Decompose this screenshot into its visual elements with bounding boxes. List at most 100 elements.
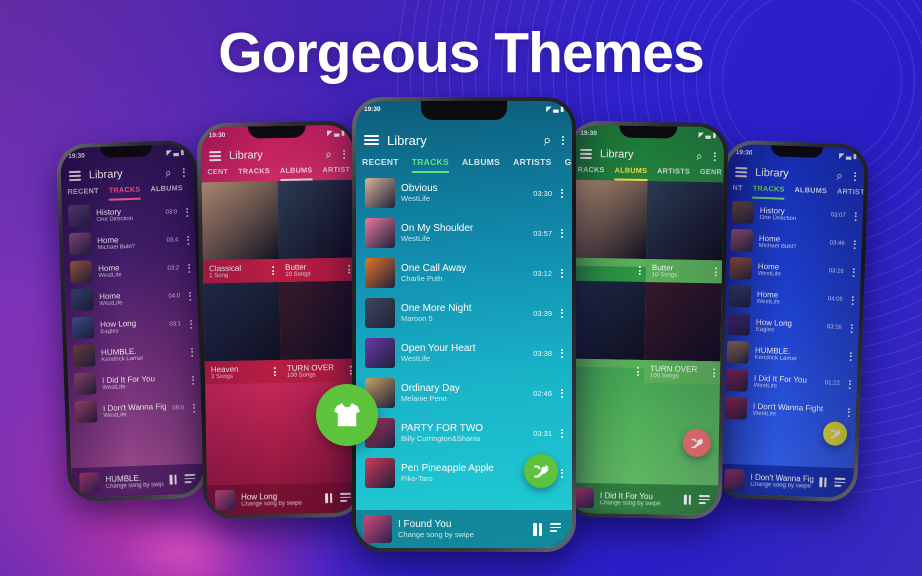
overflow-menu-icon[interactable] [850,267,855,277]
overflow-menu-icon[interactable] [711,151,716,161]
hamburger-menu-icon[interactable] [735,167,748,177]
pause-button[interactable] [325,493,333,504]
track-row[interactable]: One Call Away Charlie Puth 03:12 [356,253,572,293]
tab-artist[interactable]: ARTIST [322,165,350,180]
tab-tracks[interactable]: TRACKS [411,157,449,173]
overflow-menu-icon[interactable] [558,348,563,358]
track-row[interactable]: Open Your Heart WestLife 03:38 [356,333,572,373]
overflow-menu-icon[interactable] [189,375,195,385]
search-icon[interactable]: ⌕ [695,148,704,164]
overflow-menu-icon[interactable] [190,403,196,413]
mini-player[interactable]: I Did It For You Change song by swipe [565,482,719,516]
overflow-menu-icon[interactable] [559,135,564,145]
hamburger-menu-icon[interactable] [364,135,379,145]
overflow-menu-icon[interactable] [845,407,851,417]
tab-artists[interactable]: ARTISTS [513,157,551,173]
hamburger-menu-icon[interactable] [68,171,82,181]
shuffle-fab[interactable] [822,421,848,447]
tab-artists[interactable]: ARTISTS [837,187,865,203]
pause-button[interactable] [683,494,691,505]
search-icon[interactable]: ⌕ [324,146,334,162]
overflow-menu-icon[interactable] [847,351,852,361]
tab-nt[interactable]: NT [732,183,742,198]
overflow-menu-icon[interactable] [558,228,563,238]
mini-player[interactable]: How Long Change song by swipe [206,482,360,516]
shuffle-fab[interactable] [682,428,712,458]
overflow-menu-icon[interactable] [180,167,185,177]
overflow-menu-icon[interactable] [184,235,190,245]
queue-button[interactable] [550,523,564,535]
track-row[interactable]: Obvious WestLife 03:30 [356,173,572,213]
overflow-menu-icon[interactable] [186,291,192,301]
track-row[interactable]: Ordinary Day Melanie Penn 02:46 [356,373,572,413]
overflow-menu-icon[interactable] [269,266,275,276]
album-cell[interactable]: Heaven 3 Songs [203,282,282,385]
tab-recent[interactable]: RECENT [362,157,399,173]
overflow-menu-icon[interactable] [558,188,563,198]
album-cell[interactable]: Butter 10 Songs [277,179,356,283]
tab-albums[interactable]: ALBUMS [794,185,827,201]
tab-albums[interactable]: ALBUMS [279,165,313,181]
overflow-menu-icon[interactable] [849,295,854,305]
mini-player[interactable]: I Found You Change song by swipe [356,510,572,548]
overflow-menu-icon[interactable] [185,263,191,273]
track-row[interactable]: On My Shoulder WestLife 03:57 [356,213,572,253]
mini-player[interactable]: I Don't Wanna Fight Change song by swipe [715,463,854,499]
queue-button[interactable] [834,477,846,488]
overflow-menu-icon[interactable] [558,428,563,438]
hamburger-menu-icon[interactable] [209,151,222,161]
overflow-menu-icon[interactable] [271,367,276,377]
overflow-menu-icon[interactable] [710,368,716,378]
pause-button[interactable] [819,477,827,488]
track-row[interactable]: I Don't Wanna Fight WestLife 05:0 [69,394,202,427]
tab-racks[interactable]: RACKS [577,165,605,180]
tab-genr[interactable]: GENR [700,167,722,182]
overflow-menu-icon[interactable] [558,388,563,398]
tab-tracks[interactable]: TRACKS [108,184,141,201]
tab-albums[interactable]: ALBUMS [462,157,500,173]
overflow-menu-icon[interactable] [558,268,563,278]
tab-cent[interactable]: CENT [207,167,228,182]
pause-button[interactable] [169,474,177,485]
overflow-menu-icon[interactable] [183,207,189,217]
album-cell[interactable]: TURN OVER 100 Songs [279,280,358,383]
album-cell[interactable] [569,179,648,282]
overflow-menu-icon[interactable] [848,323,853,333]
search-icon[interactable]: ⌕ [835,168,844,184]
overflow-menu-icon[interactable] [852,211,857,221]
album-cell[interactable]: Butter 10 Songs [645,181,724,284]
queue-button[interactable] [184,473,196,484]
tab-tracks[interactable]: TRACKS [752,183,785,200]
track-row[interactable]: PARTY FOR TWO Billy Currington&Shania 03:3… [356,413,572,453]
tab-artists[interactable]: ARTISTS [657,166,690,182]
overflow-menu-icon[interactable] [558,308,563,318]
mini-player[interactable]: HUMBLE. Change song by swipe [71,463,205,499]
overflow-menu-icon[interactable] [187,319,193,329]
overflow-menu-icon[interactable] [558,468,563,478]
album-cell[interactable]: Classical 1 Song [201,181,280,284]
search-icon[interactable]: ⌕ [163,165,173,181]
tab-tracks[interactable]: TRACKS [238,166,270,182]
overflow-menu-icon[interactable] [345,264,351,274]
track-row[interactable]: One More Night Maroon 5 03:39 [356,293,572,333]
search-icon[interactable]: ⌕ [541,131,553,149]
tab-albums[interactable]: ALBUMS [614,165,648,182]
shuffle-fab[interactable] [524,454,558,488]
overflow-menu-icon[interactable] [712,267,717,277]
pause-button[interactable] [533,522,542,536]
overflow-menu-icon[interactable] [851,239,856,249]
tab-albums[interactable]: ALBUMS [150,183,183,199]
overflow-menu-icon[interactable] [340,149,346,159]
tab-ge[interactable]: GE [565,157,572,173]
queue-button[interactable] [698,494,710,505]
overflow-menu-icon[interactable] [636,265,641,275]
album-cell[interactable]: TURN OVER 100 Songs [643,282,722,385]
hamburger-menu-icon[interactable] [579,149,592,159]
overflow-menu-icon[interactable] [846,379,851,389]
theme-tshirt-fab[interactable] [316,384,378,446]
overflow-menu-icon[interactable] [634,366,640,376]
album-cell[interactable] [568,280,646,383]
overflow-menu-icon[interactable] [188,347,194,357]
overflow-menu-icon[interactable] [851,171,857,181]
tab-recent[interactable]: RECENT [67,186,99,202]
